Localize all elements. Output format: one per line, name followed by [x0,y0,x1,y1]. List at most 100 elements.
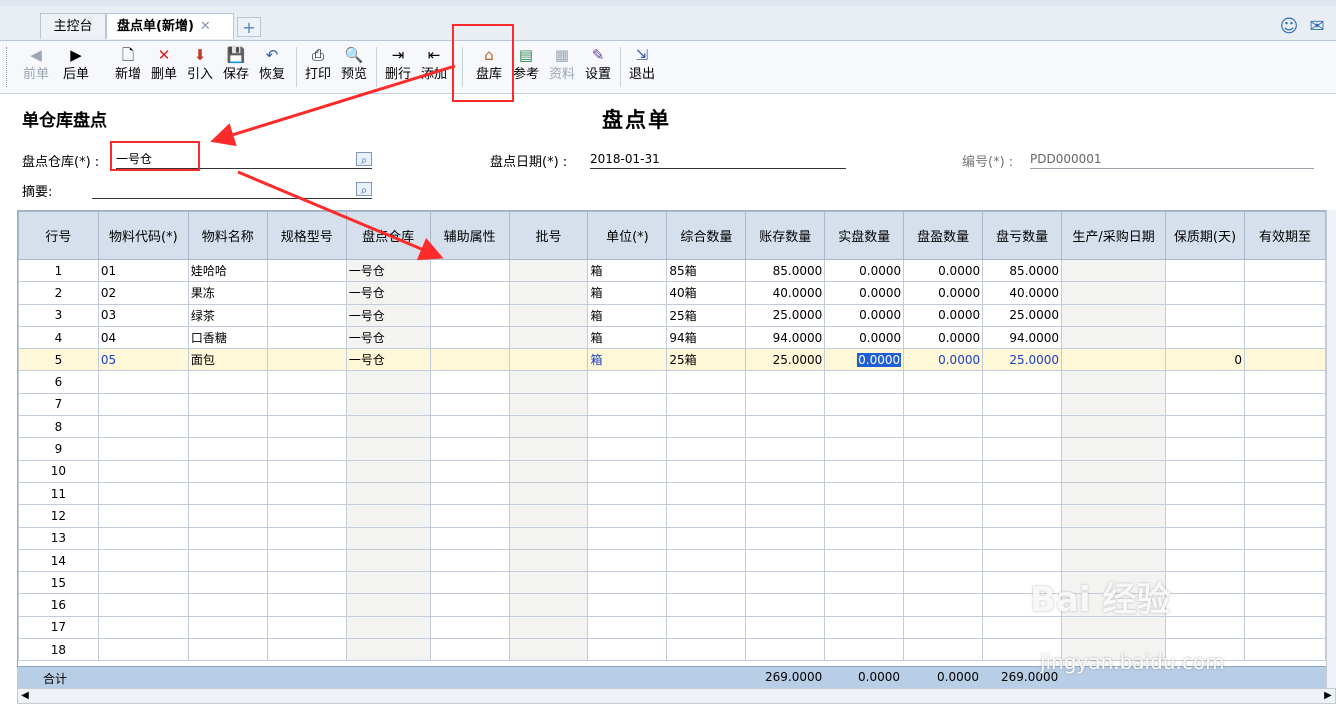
table-row[interactable]: 6 [18,370,1326,394]
cell-book[interactable] [745,370,826,394]
cell-loss[interactable] [982,459,1063,483]
cell-code[interactable] [97,571,189,595]
scroll-right-icon[interactable]: ▶ [1321,689,1335,703]
cell-code[interactable] [97,370,189,394]
cell-batch[interactable] [508,258,589,283]
cell-spec[interactable] [266,504,347,528]
cell-expiry[interactable] [1243,526,1326,550]
cell-code[interactable] [97,392,189,417]
cell-date[interactable] [1061,303,1166,327]
cell-gain[interactable] [903,415,984,439]
cell-gain[interactable] [903,571,984,595]
save-button[interactable]: 💾 保存 [220,45,252,89]
cell-date[interactable] [1061,392,1166,417]
date-field[interactable]: 2018-01-31 [590,150,846,169]
cell-spec[interactable] [266,459,347,483]
cell-expiry[interactable] [1243,325,1326,350]
col-header[interactable]: 辅助属性 [429,211,510,260]
cell-unit[interactable] [587,638,668,662]
cell-batch[interactable] [508,593,589,617]
selected-value[interactable]: 0.0000 [857,352,902,367]
cell-wh[interactable] [345,481,431,506]
cell-book[interactable] [745,481,826,506]
tab-stocktake-new[interactable]: 盘点单(新增) ✕ [106,13,234,39]
col-header[interactable]: 综合数量 [666,211,747,260]
cell-aux[interactable] [429,526,510,550]
table-row[interactable]: 3 03 绿茶 一号仓箱 25箱 25.0000 0.0000 0.0000 25.0000 [18,303,1326,327]
cell-aux[interactable] [429,638,510,662]
cell-actual[interactable] [824,638,905,662]
cell-wh[interactable]: 一号仓 [345,281,431,305]
cell-unit[interactable] [587,459,668,483]
table-row[interactable]: 5 05 面包 一号仓箱 25箱 25.0000 0.0000 0.0000 25.0000 0 [18,348,1326,372]
cell-date[interactable] [1061,548,1166,573]
cell-batch[interactable] [508,303,589,327]
cell-actual[interactable] [824,526,905,550]
cell-name[interactable] [187,548,268,573]
cell-code[interactable] [97,459,189,483]
cell-shelf[interactable]: 0 [1165,348,1245,372]
cell-code[interactable]: 04 [97,325,189,350]
cell-actual[interactable] [824,392,905,417]
cell-batch[interactable] [508,392,589,417]
cell-book[interactable] [745,593,826,617]
cell-date[interactable] [1061,325,1166,350]
cell-code[interactable] [97,481,189,506]
cell-code[interactable] [97,615,189,640]
table-row[interactable]: 12 [18,504,1326,528]
cell-spec[interactable] [266,348,347,372]
cell-unit[interactable] [587,615,668,640]
settings-button[interactable]: ✎ 设置 [582,45,614,89]
cell-spec[interactable] [266,370,347,394]
cell-aux[interactable] [429,504,510,528]
close-icon[interactable]: ✕ [200,19,211,34]
cell-code[interactable]: 03 [97,303,189,327]
cell-shelf[interactable] [1165,615,1245,640]
cell-expiry[interactable] [1243,459,1326,483]
cell-unit[interactable] [587,437,668,461]
cell-loss[interactable] [982,370,1063,394]
cell-spec[interactable] [266,615,347,640]
cell-name[interactable] [187,437,268,461]
cell-wh[interactable] [345,504,431,528]
cell-gain[interactable] [903,548,984,573]
cell-name[interactable]: 面包 [187,348,268,372]
cell-aux[interactable] [429,593,510,617]
cell-shelf[interactable] [1165,526,1245,550]
cell-date[interactable] [1061,258,1166,283]
cell-shelf[interactable] [1165,571,1245,595]
cell-spec[interactable] [266,638,347,662]
smiley-icon[interactable]: ☺ [1278,16,1300,38]
cell-gain[interactable] [903,437,984,461]
cell-unit[interactable] [587,593,668,617]
cell-code[interactable] [97,437,189,461]
cell-book[interactable] [745,548,826,573]
cell-book[interactable]: 25.0000 [745,303,826,327]
cell-expiry[interactable] [1243,392,1326,417]
cell-expiry[interactable] [1243,348,1326,372]
cell-batch[interactable] [508,615,589,640]
cell-combo[interactable] [666,415,747,439]
cell-code[interactable]: 05 [97,348,189,372]
cell-gain[interactable] [903,370,984,394]
cell-unit[interactable]: 箱 [587,258,668,283]
cell-spec[interactable] [266,258,347,283]
cell-expiry[interactable] [1243,258,1326,283]
cell-book[interactable] [745,415,826,439]
cell-shelf[interactable] [1165,370,1245,394]
table-row[interactable]: 13 [18,526,1326,550]
cell-combo[interactable] [666,392,747,417]
cell-actual[interactable]: 0.0000 [824,303,905,327]
cell-loss[interactable] [982,481,1063,506]
cell-aux[interactable] [429,325,510,350]
cell-actual[interactable] [824,571,905,595]
cell-spec[interactable] [266,392,347,417]
cell-expiry[interactable] [1243,548,1326,573]
cell-combo[interactable] [666,548,747,573]
stocktake-button[interactable]: ⌂ 盘库 [472,45,506,89]
table-row[interactable]: 9 [18,437,1326,461]
cell-batch[interactable] [508,281,589,305]
cell-code[interactable]: 01 [97,258,189,283]
cell-book[interactable]: 40.0000 [745,281,826,305]
cell-date[interactable] [1061,504,1166,528]
